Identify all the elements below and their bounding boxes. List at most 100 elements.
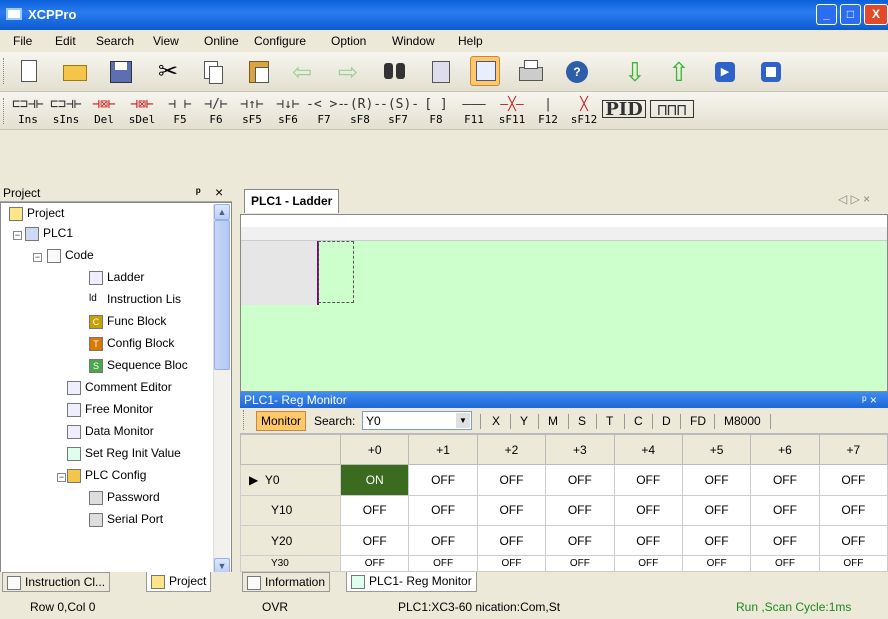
tree-item-instruction-list[interactable]: ld Instruction Lis — [89, 292, 181, 312]
back-icon[interactable]: ⇦ — [290, 57, 320, 87]
row-header[interactable]: ▶ Y0 — [240, 464, 341, 496]
scroll-thumb[interactable] — [214, 220, 230, 370]
monitor-button[interactable]: Monitor — [256, 411, 307, 431]
table-cell[interactable]: OFF — [818, 494, 888, 526]
help-icon[interactable]: ? — [562, 57, 592, 87]
table-cell[interactable]: OFF — [613, 524, 683, 557]
menu-option[interactable]: Option — [331, 34, 366, 48]
tree-item-sequence-block[interactable]: S Sequence Bloc — [89, 358, 188, 378]
menu-edit[interactable]: Edit — [55, 34, 76, 48]
table-row[interactable]: Y10 OFF OFF OFF OFF OFF OFF OFF OFF — [240, 494, 888, 526]
delete-column-tool[interactable]: ⊣⊠⊢ sDel — [124, 96, 160, 126]
column-header[interactable]: +3 — [545, 433, 615, 466]
copy-icon[interactable] — [198, 57, 228, 87]
table-cell[interactable]: OFF — [681, 524, 752, 557]
pin-close-icon[interactable]: ᵖ × — [862, 393, 877, 407]
filter-m8000[interactable]: M8000 — [724, 414, 761, 428]
tab-reg-monitor[interactable]: PLC1- Reg Monitor — [346, 572, 477, 592]
open-folder-icon[interactable] — [60, 57, 90, 87]
collapse-icon[interactable]: − — [13, 231, 22, 240]
run-icon[interactable]: ▶ — [710, 57, 740, 87]
table-row[interactable]: ▶ Y0 ON OFF OFF OFF OFF OFF OFF OFF — [240, 464, 888, 496]
filter-fd[interactable]: FD — [690, 414, 706, 428]
table-cell[interactable]: OFF — [613, 494, 683, 526]
table-cell[interactable]: OFF — [818, 524, 888, 557]
filter-s[interactable]: S — [578, 414, 586, 428]
tree-item-set-reg-init-value[interactable]: Set Reg Init Value — [67, 446, 181, 466]
table-cell[interactable]: OFF — [408, 555, 478, 572]
table-cell[interactable]: OFF — [339, 494, 410, 526]
forward-icon[interactable]: ⇨ — [336, 57, 366, 87]
filter-d[interactable]: D — [662, 414, 671, 428]
tree-item-serial-port[interactable]: Serial Port — [89, 512, 163, 532]
tree-item-data-monitor[interactable]: Data Monitor — [67, 424, 154, 444]
column-header[interactable]: +2 — [476, 433, 547, 466]
column-header[interactable]: +1 — [408, 433, 478, 466]
column-header[interactable]: +7 — [818, 433, 888, 466]
table-cell[interactable]: OFF — [476, 464, 547, 496]
maximize-button[interactable]: □ — [840, 4, 861, 25]
table-cell[interactable]: OFF — [613, 464, 683, 496]
table-cell[interactable]: OFF — [476, 524, 547, 557]
rising-edge-tool[interactable]: ⊣↑⊢ sF5 — [234, 96, 270, 126]
row-header[interactable]: Y30 — [240, 555, 341, 572]
table-row[interactable]: Y30 OFF OFF OFF OFF OFF OFF OFF OFF — [240, 555, 888, 572]
menu-configure[interactable]: Configure — [254, 34, 306, 48]
table-cell[interactable]: OFF — [408, 494, 478, 526]
table-cell[interactable]: OFF — [750, 464, 820, 496]
tab-information[interactable]: Information — [242, 572, 331, 592]
table-cell[interactable]: OFF — [476, 494, 547, 526]
menu-file[interactable]: File — [13, 34, 32, 48]
tree-item-plc-config[interactable]: PLC Config — [67, 468, 146, 488]
menu-online[interactable]: Online — [204, 34, 239, 48]
table-cell[interactable]: OFF — [681, 464, 752, 496]
table-cell[interactable]: ON — [339, 464, 410, 496]
download-icon[interactable]: ⇩ — [620, 57, 650, 87]
collapse-icon[interactable]: − — [33, 253, 42, 262]
contact-no-tool[interactable]: ⊣ ⊢ F5 — [162, 96, 198, 126]
minimize-button[interactable]: _ — [816, 4, 837, 25]
tree-item-free-monitor[interactable]: Free Monitor — [67, 402, 153, 422]
paste-icon[interactable] — [244, 57, 274, 87]
close-button[interactable]: X — [864, 4, 888, 25]
reset-coil-tool[interactable]: -(R)- sF8 — [342, 96, 381, 126]
insert-row-tool[interactable]: ⊏⊐⊣⊢ Ins — [10, 96, 46, 126]
toolbar-grip[interactable] — [3, 58, 6, 84]
save-icon[interactable] — [106, 57, 136, 87]
column-header[interactable]: +5 — [681, 433, 752, 466]
table-cell[interactable]: OFF — [750, 524, 820, 557]
row-header[interactable]: Y20 — [240, 524, 341, 557]
stop-icon[interactable] — [756, 57, 786, 87]
table-cell[interactable]: OFF — [408, 524, 478, 557]
tree-item-password[interactable]: Password — [89, 490, 160, 510]
filter-y[interactable]: Y — [520, 414, 528, 428]
close-icon[interactable]: × — [215, 184, 223, 200]
tab-project[interactable]: Project — [146, 572, 212, 592]
hline-tool[interactable]: ——— F11 — [456, 96, 492, 126]
contact-nc-tool[interactable]: ⊣/⊢ F6 — [198, 96, 234, 126]
table-cell[interactable]: OFF — [408, 464, 478, 496]
column-header[interactable]: +0 — [339, 433, 410, 466]
table-cell[interactable]: OFF — [476, 555, 547, 572]
calculator-icon[interactable] — [426, 57, 456, 87]
table-cell[interactable]: OFF — [545, 555, 615, 572]
column-header[interactable]: +6 — [750, 433, 820, 466]
menu-window[interactable]: Window — [392, 34, 435, 48]
tree-item-plc1[interactable]: PLC1 — [25, 226, 73, 246]
chevron-down-icon[interactable]: ▼ — [456, 413, 470, 428]
ladder-view-icon[interactable] — [470, 56, 500, 86]
coil-tool[interactable]: -< >- F7 — [306, 96, 345, 126]
print-icon[interactable] — [516, 57, 546, 87]
row-header[interactable]: Y10 — [240, 494, 341, 526]
filter-m[interactable]: M — [548, 414, 558, 428]
find-icon[interactable] — [380, 57, 410, 87]
insert-column-tool[interactable]: ⊏⊐⊣⊢ sIns — [48, 96, 84, 126]
filter-x[interactable]: X — [492, 414, 500, 428]
table-cell[interactable]: OFF — [681, 555, 752, 572]
table-cell[interactable]: OFF — [339, 555, 410, 572]
menu-view[interactable]: View — [153, 34, 179, 48]
tree-item-project[interactable]: Project — [9, 206, 64, 226]
tree-item-code[interactable]: Code — [47, 248, 94, 268]
table-cell[interactable]: OFF — [818, 464, 888, 496]
table-cell[interactable]: OFF — [613, 555, 683, 572]
